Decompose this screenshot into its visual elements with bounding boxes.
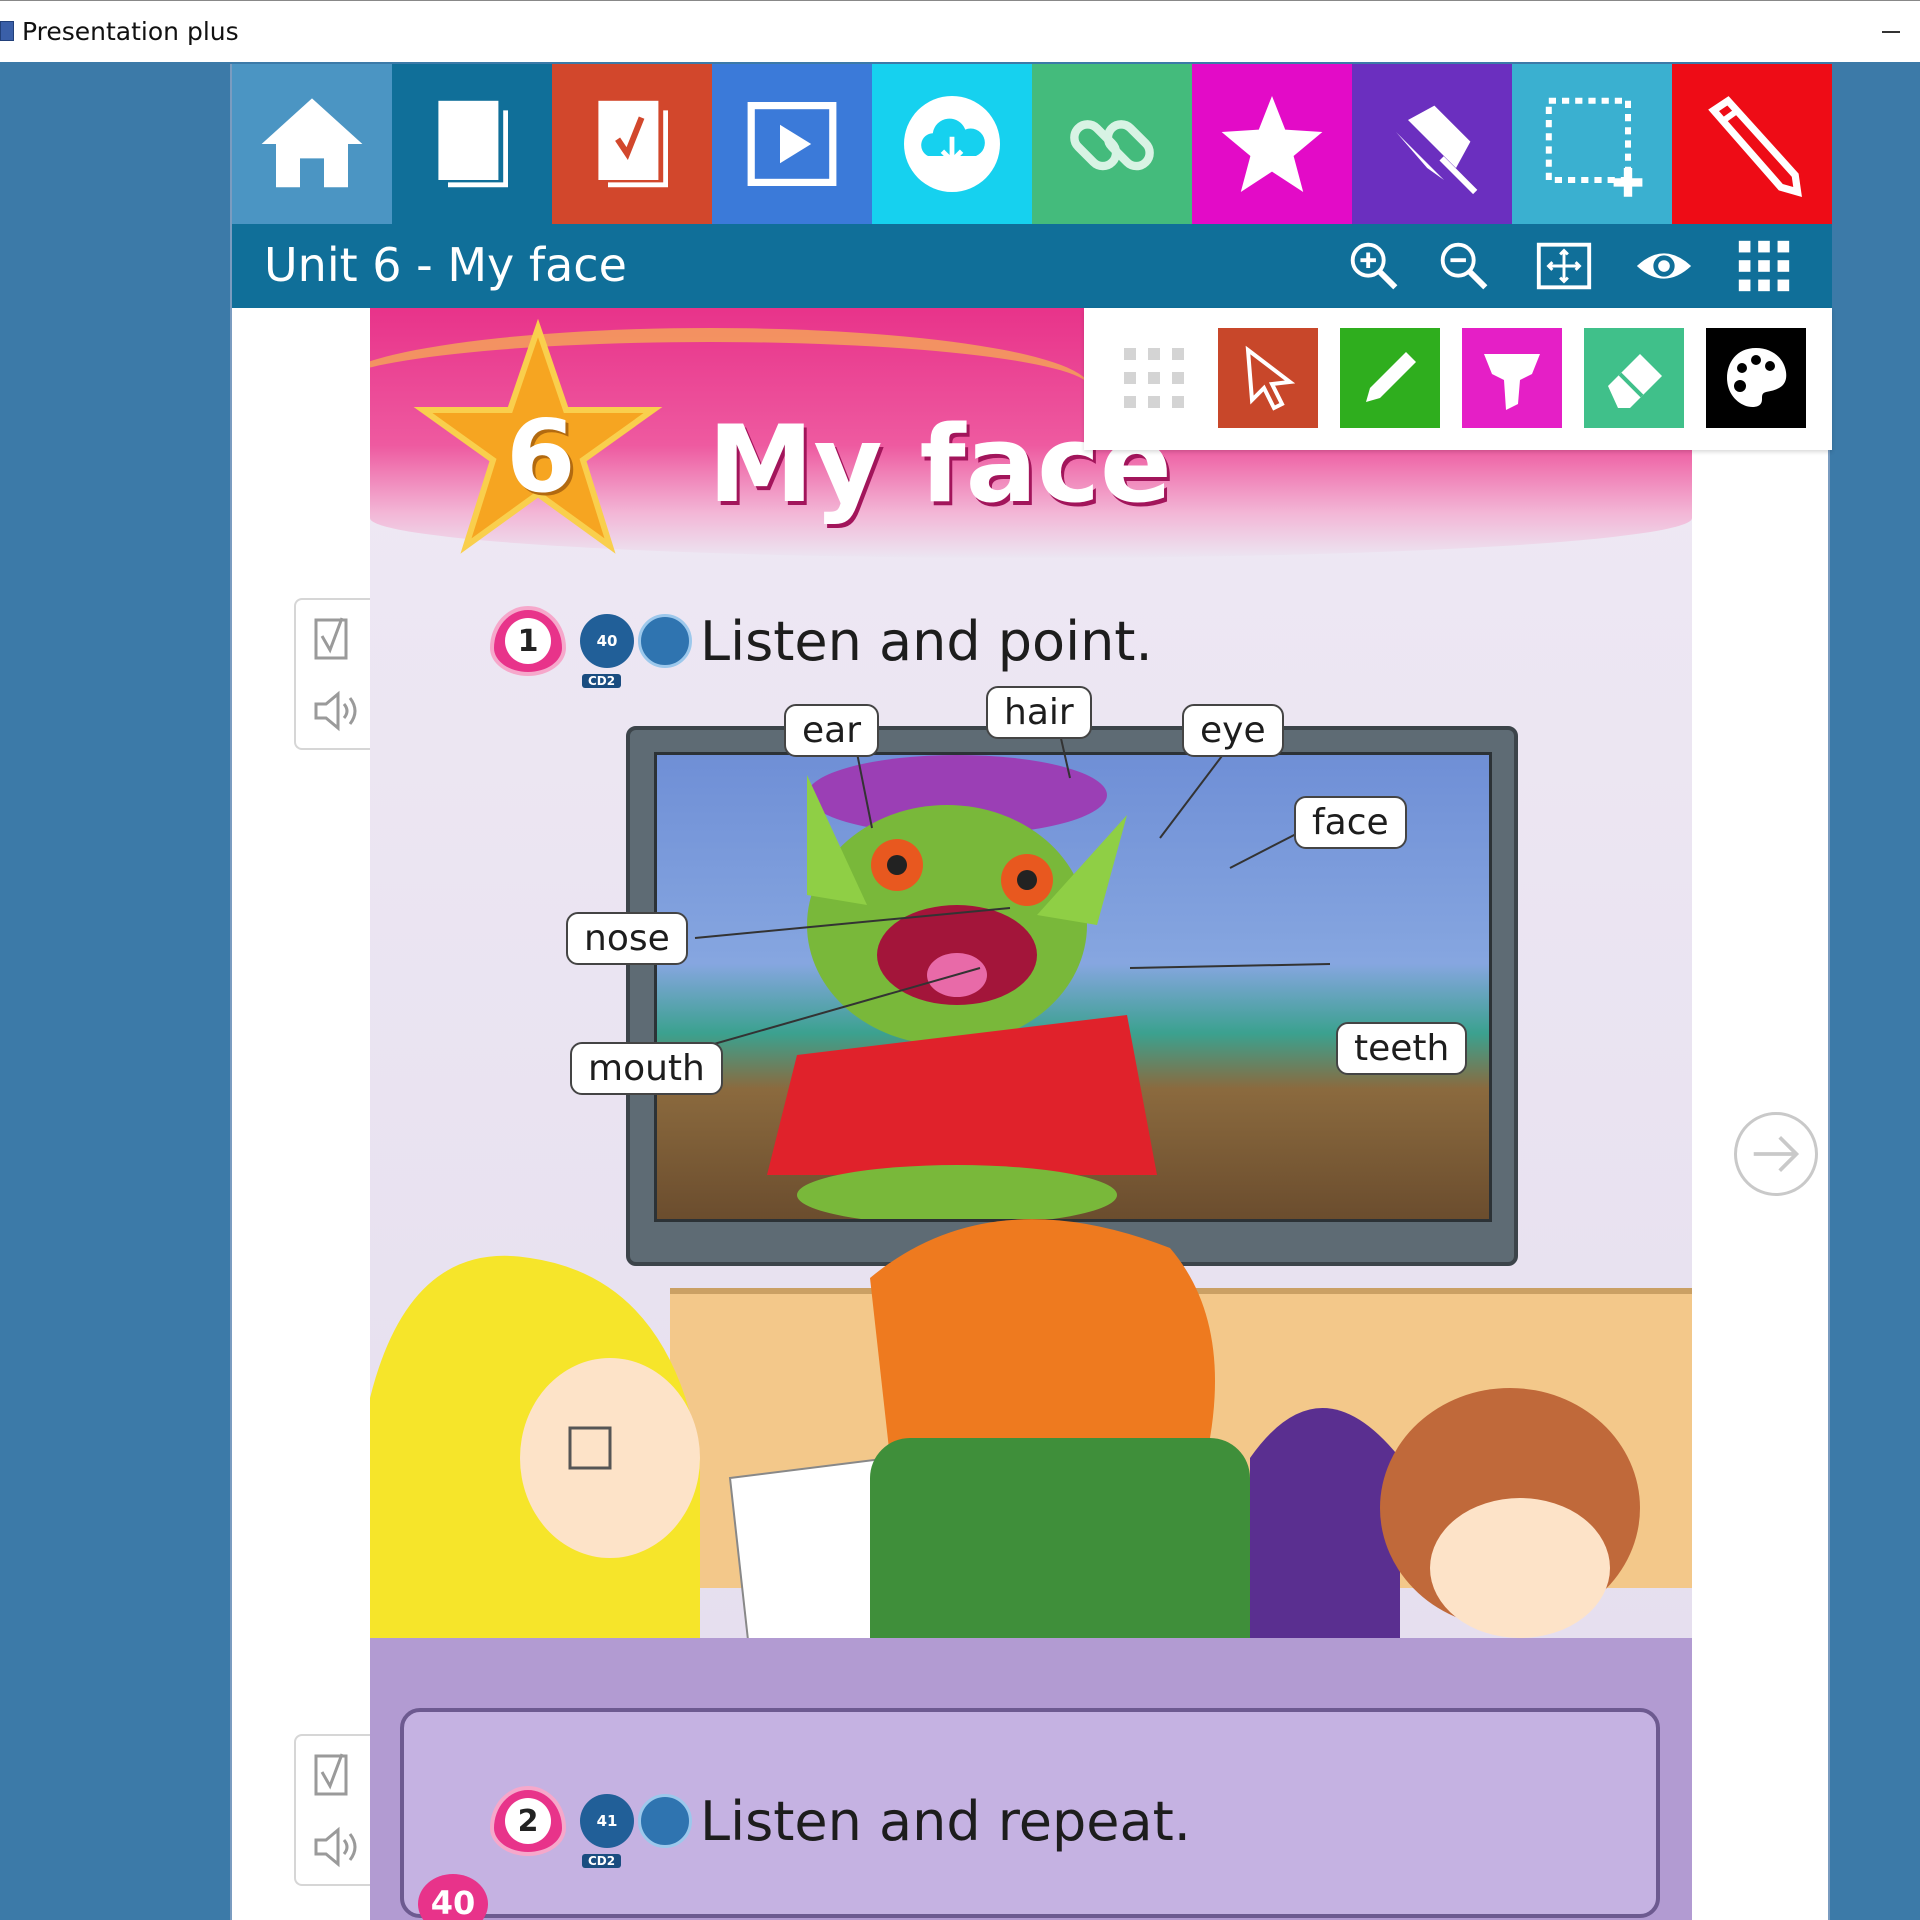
palette-tool-button[interactable]: [1706, 328, 1806, 428]
exercise-2-number: 2: [490, 1786, 566, 1856]
minimize-button[interactable]: [1870, 15, 1910, 45]
audio-icon[interactable]: [308, 684, 362, 738]
star-button[interactable]: [1192, 64, 1352, 224]
arrow-right-icon: [1753, 1135, 1800, 1173]
pin-button[interactable]: [1352, 64, 1512, 224]
star-icon: [1221, 96, 1323, 192]
zoom-out-icon: [1440, 242, 1488, 290]
audio-icon[interactable]: [308, 1820, 362, 1874]
fit-screen-button[interactable]: [1532, 234, 1596, 298]
play-icon: [747, 102, 837, 186]
view-icon: [1636, 253, 1692, 279]
label-ear[interactable]: ear: [784, 704, 880, 757]
link-icon: [1070, 120, 1154, 171]
zoom-in-icon: [1350, 242, 1398, 290]
answer-check-icon[interactable]: [308, 610, 362, 664]
view-button[interactable]: [1632, 234, 1696, 298]
home-button[interactable]: [232, 64, 392, 224]
label-teeth[interactable]: teeth: [1336, 1022, 1468, 1075]
select-area-button[interactable]: [1512, 64, 1672, 224]
label-eye[interactable]: eye: [1182, 704, 1284, 757]
pages-button[interactable]: [392, 64, 552, 224]
label-nose[interactable]: nose: [566, 912, 688, 965]
highlighter-tool-button[interactable]: [1462, 328, 1562, 428]
app-frame: Unit 6 - My face 6 My face 1 40 CD2 List…: [230, 64, 1832, 1920]
eraser-tool-button[interactable]: [1584, 328, 1684, 428]
palette-icon: [1727, 348, 1787, 408]
pen-button[interactable]: [1672, 64, 1832, 224]
window-titlebar: Presentation plus: [0, 0, 1920, 62]
speech-bubble-icon: [638, 1794, 692, 1848]
unit-bar: Unit 6 - My face: [232, 224, 1832, 308]
pen-icon: [1708, 96, 1802, 197]
pages-icon: [438, 100, 508, 188]
drag-handle-icon: [1124, 348, 1184, 408]
grid-icon: [1738, 240, 1790, 292]
cloud-download-button[interactable]: [872, 64, 1032, 224]
eraser-icon: [1608, 354, 1662, 408]
next-page-button[interactable]: [1734, 1112, 1818, 1196]
audio-track-button[interactable]: 41 CD2: [580, 1794, 634, 1868]
exercise-2-side-tools: [294, 1734, 370, 1886]
exercise-2: 2 41 CD2 Listen and repeat.: [490, 1786, 1191, 1868]
pin-icon: [1396, 105, 1478, 195]
drag-handle[interactable]: [1104, 328, 1204, 428]
book-page: 6 My face 1 40 CD2 Listen and point. ear…: [370, 308, 1692, 1920]
cd-label: CD2: [582, 1854, 622, 1868]
answer-key-icon: [598, 100, 668, 188]
zoom-in-button[interactable]: [1342, 234, 1406, 298]
exercise-2-instruction: Listen and repeat.: [700, 1789, 1191, 1853]
children-illustration: [370, 1219, 1640, 1678]
app-icon: [0, 21, 14, 41]
link-button[interactable]: [1032, 64, 1192, 224]
zoom-out-button[interactable]: [1432, 234, 1496, 298]
pointer-icon: [1245, 345, 1296, 411]
main-toolbar: [232, 64, 1832, 224]
label-mouth[interactable]: mouth: [570, 1042, 723, 1095]
cloud-download-icon: [904, 96, 1000, 192]
grid-view-button[interactable]: [1732, 234, 1796, 298]
home-icon: [261, 98, 363, 188]
play-button[interactable]: [712, 64, 872, 224]
highlighter-icon: [1484, 354, 1540, 410]
unit-title: Unit 6 - My face: [264, 238, 627, 292]
answer-key-button[interactable]: [552, 64, 712, 224]
fit-screen-icon: [1536, 242, 1592, 290]
window-title: Presentation plus: [22, 17, 239, 46]
label-hair[interactable]: hair: [986, 686, 1092, 739]
pen-tools-panel: [1084, 308, 1832, 450]
exercise-1-side-tools: [294, 598, 370, 750]
answer-check-icon[interactable]: [308, 1746, 362, 1800]
label-face[interactable]: face: [1294, 796, 1407, 849]
select-area-icon: [1545, 97, 1643, 197]
pencil-tool-button[interactable]: [1340, 328, 1440, 428]
pointer-tool-button[interactable]: [1218, 328, 1318, 428]
pencil-icon: [1366, 352, 1416, 402]
